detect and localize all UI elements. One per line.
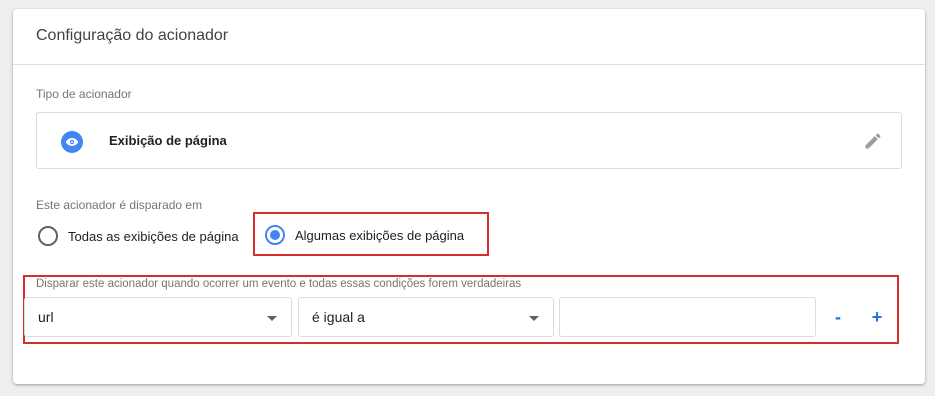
trigger-type-name: Exibição de página (109, 133, 227, 148)
operator-select[interactable]: é igual a (298, 297, 554, 337)
eye-icon (61, 131, 83, 153)
variable-select[interactable]: url (24, 297, 292, 337)
operator-select-value: é igual a (312, 309, 365, 325)
variable-select-value: url (38, 309, 54, 325)
chevron-down-icon (529, 316, 539, 321)
remove-condition-button[interactable]: - (826, 305, 850, 329)
radio-some-pageviews[interactable]: Algumas exibições de página (265, 225, 464, 245)
header-divider (13, 64, 925, 65)
fires-on-label: Este acionador é disparado em (36, 198, 203, 212)
radio-all-pageviews-label: Todas as exibições de página (68, 228, 239, 244)
radio-some-pageviews-circle[interactable] (265, 225, 285, 245)
condition-value-input[interactable] (559, 297, 816, 337)
radio-some-pageviews-label: Algumas exibições de página (295, 227, 465, 243)
card-title: Configuração do acionador (36, 27, 229, 44)
trigger-type-label: Tipo de acionador (36, 87, 132, 101)
trigger-type-box[interactable]: Exibição de página (36, 112, 902, 169)
radio-all-pageviews[interactable]: Todas as exibições de página (38, 226, 239, 246)
add-condition-button[interactable]: + (865, 305, 889, 329)
chevron-down-icon (267, 316, 277, 321)
pencil-icon[interactable] (863, 131, 883, 151)
trigger-configuration-card: Configuração do acionador Tipo de aciona… (13, 9, 925, 384)
condition-label: Disparar este acionador quando ocorrer u… (36, 278, 522, 290)
radio-all-pageviews-circle[interactable] (38, 226, 58, 246)
